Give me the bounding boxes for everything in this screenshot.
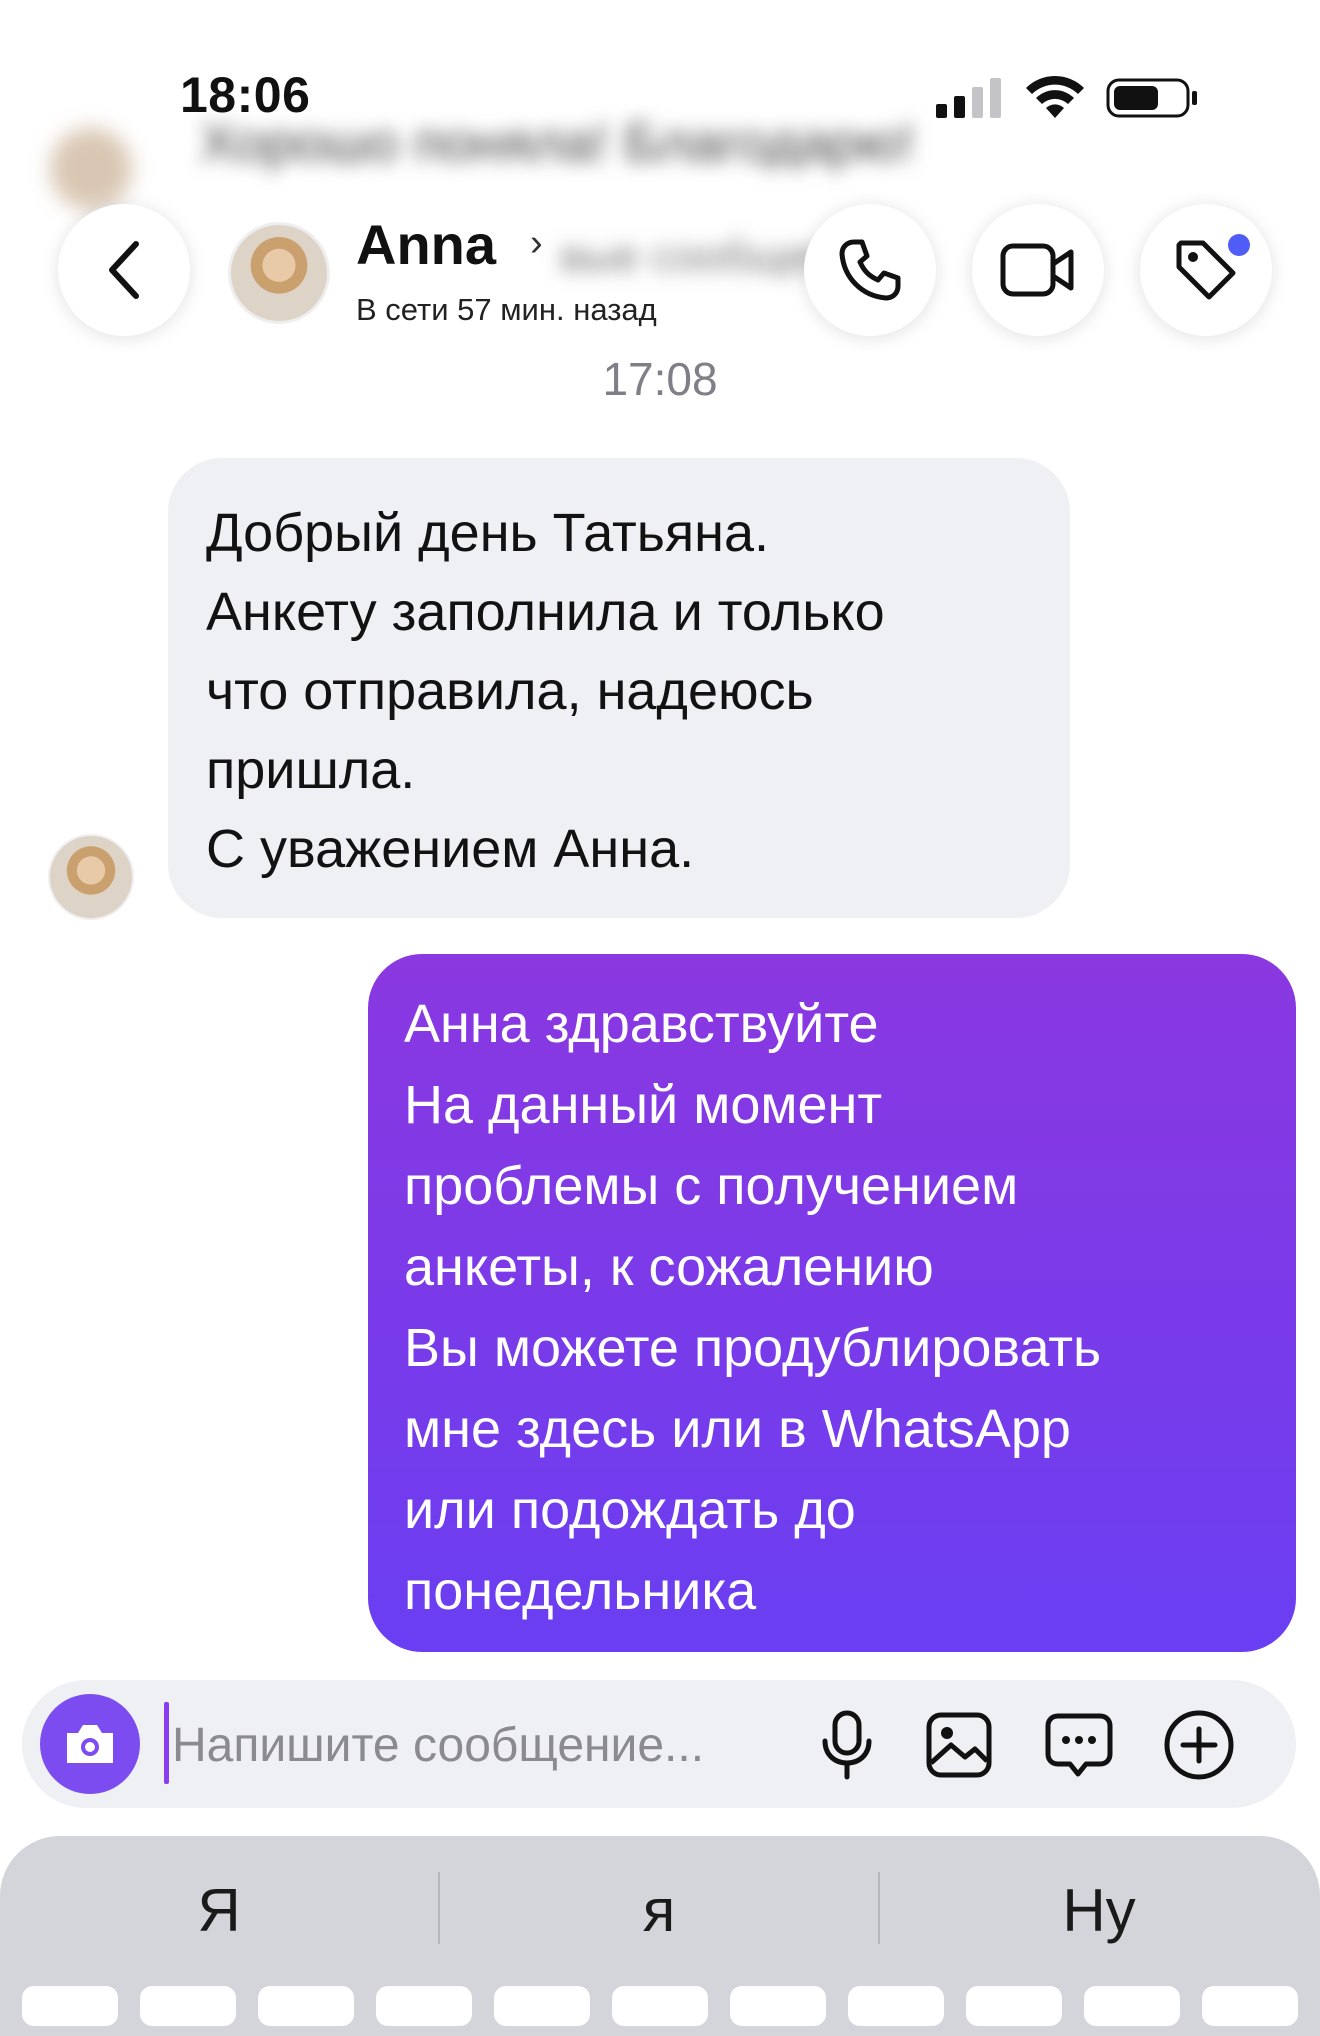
- keyboard-key[interactable]: [848, 1986, 944, 2026]
- message-input[interactable]: [172, 1710, 792, 1780]
- keyboard-key[interactable]: [730, 1986, 826, 2026]
- previous-message-avatar: [50, 128, 132, 210]
- keyboard-key[interactable]: [22, 1986, 118, 2026]
- back-icon: [109, 241, 139, 299]
- sticker-icon: [1045, 1713, 1113, 1777]
- keyboard-key[interactable]: [1202, 1986, 1298, 2026]
- keyboard-key[interactable]: [140, 1986, 236, 2026]
- keyboard-key[interactable]: [494, 1986, 590, 2026]
- gallery-button[interactable]: [920, 1706, 998, 1784]
- text-cursor: [164, 1702, 169, 1784]
- more-options-button[interactable]: [1160, 1706, 1238, 1784]
- camera-button[interactable]: [40, 1694, 140, 1794]
- contact-status: В сети 57 мин. назад: [356, 292, 657, 327]
- keyboard-key[interactable]: [612, 1986, 708, 2026]
- sender-avatar[interactable]: [48, 834, 134, 920]
- video-camera-icon: [1000, 243, 1074, 297]
- previous-message-blurred: Хорошо поняла! Благодарю!: [200, 113, 915, 173]
- phone-icon: [839, 239, 901, 301]
- keyboard-key[interactable]: [258, 1986, 354, 2026]
- chevron-right-icon: ›: [530, 222, 543, 264]
- incoming-message-text: Добрый день Татьяна. Анкету заполнила и …: [206, 503, 885, 879]
- voice-message-button[interactable]: [808, 1706, 886, 1784]
- camera-icon: [67, 1725, 113, 1763]
- plus-icon: [1164, 1710, 1234, 1780]
- keyboard-key[interactable]: [376, 1986, 472, 2026]
- keyboard-suggestion[interactable]: Я: [0, 1876, 438, 1945]
- signal-icon: [936, 78, 1001, 118]
- battery-icon: [1106, 78, 1197, 118]
- keyboard-key[interactable]: [1084, 1986, 1180, 2026]
- notification-dot: [1228, 234, 1250, 256]
- wifi-icon: [1026, 75, 1084, 118]
- sticker-button[interactable]: [1040, 1706, 1118, 1784]
- keyboard-suggestion[interactable]: я: [440, 1876, 878, 1945]
- video-call-button[interactable]: [972, 204, 1104, 336]
- message-timestamp: 17:08: [602, 353, 718, 405]
- microphone-icon: [822, 1710, 872, 1780]
- call-button[interactable]: [804, 204, 936, 336]
- gallery-icon: [926, 1712, 992, 1778]
- contact-avatar[interactable]: [228, 222, 330, 324]
- contact-name[interactable]: Anna: [356, 212, 496, 277]
- label-button[interactable]: [1140, 204, 1272, 336]
- keyboard-key[interactable]: [966, 1986, 1062, 2026]
- back-button[interactable]: [58, 204, 190, 336]
- keyboard-suggestion[interactable]: Ну: [880, 1876, 1318, 1945]
- outgoing-message-text: Анна здравствуйте На данный момент пробл…: [404, 994, 1102, 1621]
